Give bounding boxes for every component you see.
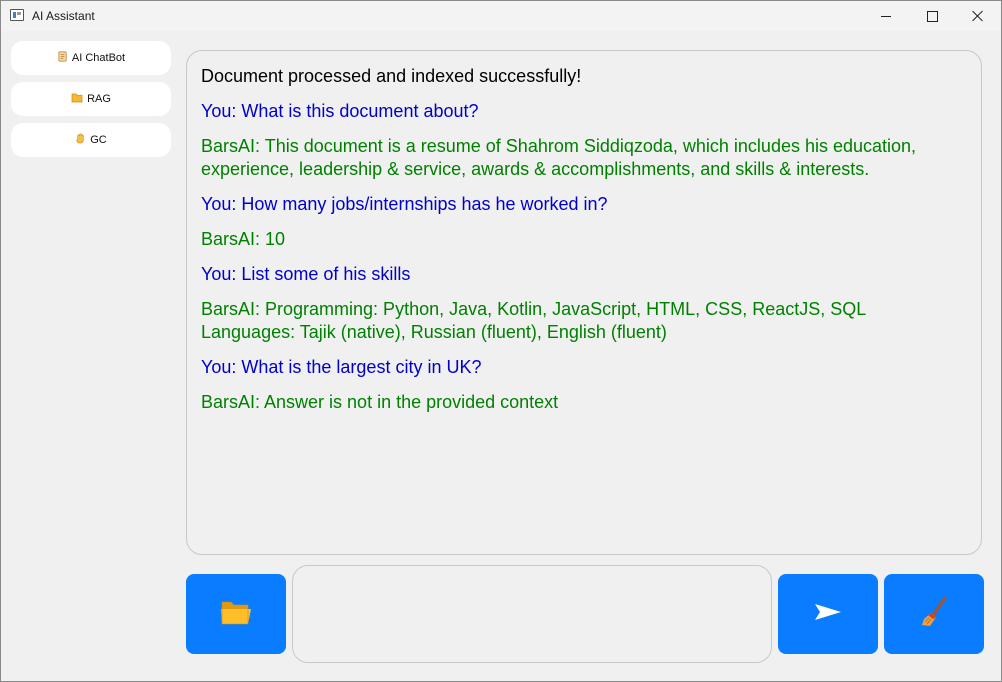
folder-open-icon — [220, 598, 252, 631]
minimize-button[interactable] — [863, 1, 909, 31]
send-button[interactable] — [778, 574, 878, 654]
window-title: AI Assistant — [32, 9, 95, 23]
app-window: AI Assistant AI ChatBot RAG GC Document … — [0, 0, 1002, 682]
close-icon — [972, 10, 984, 22]
sidebar-item-gc[interactable]: GC — [11, 123, 171, 157]
sidebar-item-label: RAG — [87, 93, 111, 105]
bot-message: BarsAI: This document is a resume of Sha… — [201, 136, 917, 179]
sidebar-item-ai-chatbot[interactable]: AI ChatBot — [11, 41, 171, 75]
title-bar[interactable]: AI Assistant — [1, 1, 1001, 31]
folder-icon — [71, 92, 83, 106]
sidebar-item-label: AI ChatBot — [71, 52, 126, 64]
system-message: Document processed and indexed successfu… — [201, 66, 582, 86]
sidebar-item-label: GC — [90, 134, 107, 146]
user-message: You: What is the largest city in UK? — [201, 357, 482, 377]
app-window-icon — [10, 9, 24, 21]
maximize-button[interactable] — [909, 1, 955, 31]
user-message: You: What is this document about? — [201, 101, 479, 121]
bot-message: BarsAI: 10 — [201, 229, 286, 249]
bot-message: BarsAI: Programming: Python, Java, Kotli… — [201, 299, 867, 342]
minimize-icon — [881, 15, 891, 17]
user-message: You: How many jobs/internships has he wo… — [201, 194, 608, 214]
user-message: You: List some of his skills — [201, 264, 411, 284]
clear-chat-button[interactable] — [884, 574, 984, 654]
message-input[interactable] — [292, 565, 772, 663]
bot-message: BarsAI: Answer is not in the provided co… — [201, 392, 559, 412]
send-arrow-icon — [814, 603, 842, 626]
close-button[interactable] — [955, 1, 1001, 31]
broom-icon — [919, 596, 949, 633]
upload-document-button[interactable] — [186, 574, 286, 654]
maximize-icon — [926, 10, 938, 22]
hand-icon — [75, 133, 86, 147]
sidebar-item-rag[interactable]: RAG — [11, 82, 171, 116]
chat-history[interactable]: Document processed and indexed successfu… — [186, 50, 982, 555]
scroll-icon — [57, 51, 68, 65]
